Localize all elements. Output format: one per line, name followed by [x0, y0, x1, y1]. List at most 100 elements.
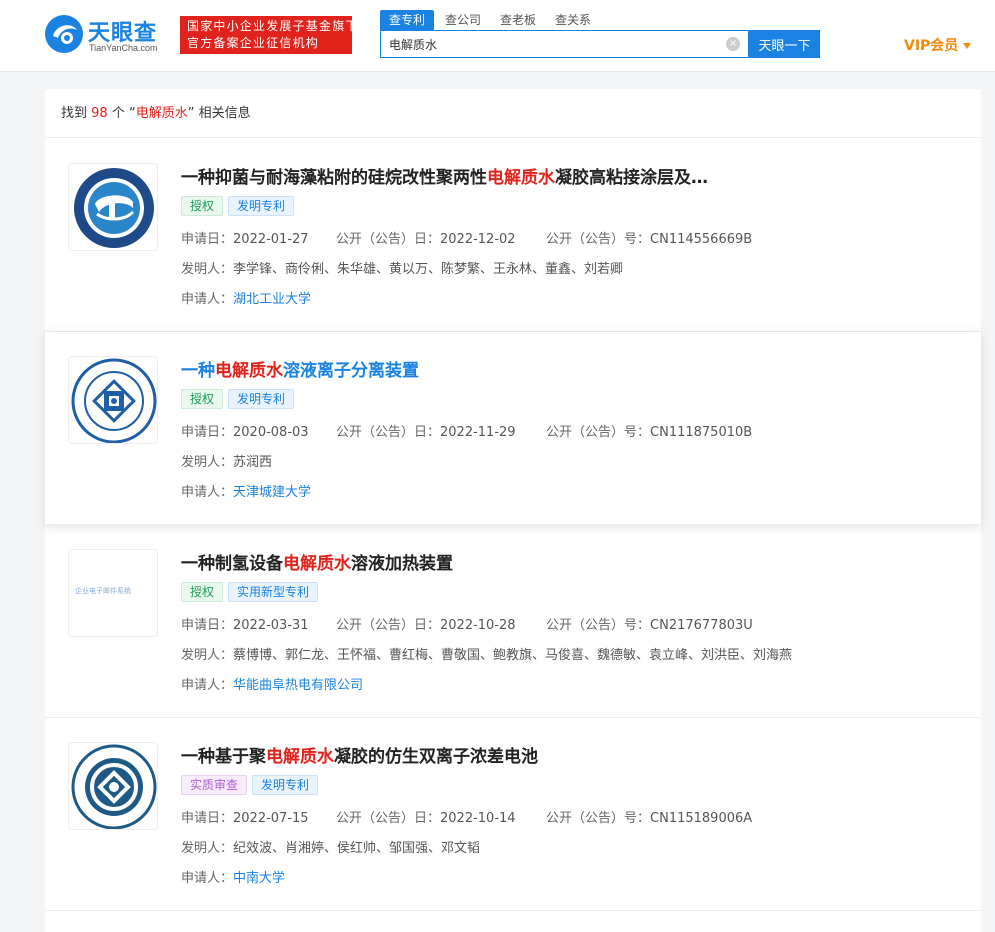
- title-keyword-highlight: 电解质水: [266, 747, 334, 767]
- summary-suffix: ” 相关信息: [187, 106, 251, 121]
- clear-icon[interactable]: ×: [726, 37, 740, 51]
- apply-date-label: 申请日：: [181, 618, 234, 633]
- inventor-value: 纪效波、肖湘婷、侯红帅、邹国强、邓文韬: [233, 841, 481, 856]
- central-south-university-logo-icon: [71, 744, 157, 829]
- result-count: 98: [91, 106, 108, 121]
- patent-title-link[interactable]: 一种电解质水溶液离子分离装置: [181, 356, 419, 381]
- applicant-row: 申请人：华能曲阜热电有限公司: [181, 674, 363, 693]
- vip-member-menu[interactable]: VIP会员: [904, 35, 972, 55]
- applicant-link[interactable]: 华能曲阜热电有限公司: [233, 678, 363, 693]
- results-summary: 找到 98 个 “电解质水” 相关信息: [45, 89, 981, 138]
- applicant-label: 申请人：: [181, 678, 234, 693]
- summary-keyword: 电解质水: [135, 106, 188, 121]
- tag-row: 授权 发明专利: [181, 389, 299, 409]
- applicant-label: 申请人：: [181, 871, 234, 886]
- applicant-logo-text: 企业电子邮件系统: [75, 587, 131, 595]
- inventor-row: 发明人：蔡博博、郭仁龙、王怀福、曹红梅、曹敬国、鲍教旗、马俊喜、魏德敏、袁立峰、…: [181, 644, 792, 663]
- patent-title-link[interactable]: 一种抑菌与耐海藻粘附的硅烷改性聚两性电解质水凝胶高粘接涂层及…: [181, 163, 708, 188]
- pub-no-label: 公开（公告）号：: [546, 618, 651, 633]
- hubei-university-logo-icon: [74, 168, 154, 248]
- apply-date-label: 申请日：: [181, 811, 234, 826]
- patent-result-card[interactable]: 企业电子邮件系统 一种制氢设备电解质水溶液加热装置 授权 实用新型专利 申请日：2…: [45, 525, 981, 718]
- caret-down-icon: [963, 43, 972, 49]
- apply-date-label: 申请日：: [181, 232, 234, 247]
- inventor-label: 发明人：: [181, 648, 234, 663]
- tag-row: 授权 实用新型专利: [181, 582, 323, 602]
- status-tag: 实质审查: [181, 775, 248, 795]
- search-button[interactable]: 天眼一下: [749, 30, 820, 58]
- applicant-logo[interactable]: [68, 163, 158, 251]
- apply-date-value: 2022-07-15: [233, 811, 309, 826]
- pub-no-label: 公开（公告）号：: [546, 425, 651, 440]
- type-tag: 发明专利: [228, 196, 295, 216]
- patent-result-card[interactable]: 一种电解质水溶液离子分离装置 授权 发明专利 申请日：2020-08-03 公开（公…: [45, 332, 981, 525]
- tab-search-patent[interactable]: 查专利: [380, 10, 435, 30]
- date-row: 申请日：2022-03-31 公开（公告）日：2022-10-28 公开（公告）号：…: [181, 614, 753, 633]
- applicant-row: 申请人：天津城建大学: [181, 481, 311, 500]
- date-row: 申请日：2020-08-03 公开（公告）日：2022-11-29 公开（公告）号：…: [181, 421, 752, 440]
- pub-date-value: 2022-12-02: [440, 232, 516, 247]
- title-keyword-highlight: 电解质水: [215, 361, 283, 381]
- inventor-label: 发明人：: [181, 841, 234, 856]
- type-tag: 发明专利: [228, 389, 295, 409]
- official-badge: 国家中小企业发展子基金旗下 官方备案企业征信机构: [180, 16, 359, 54]
- pub-date-label: 公开（公告）日：: [336, 232, 441, 247]
- applicant-link[interactable]: 天津城建大学: [233, 485, 311, 500]
- pub-no-label: 公开（公告）号：: [546, 232, 651, 247]
- inventor-row: 发明人：李学锋、商伶俐、朱华雄、黄以万、陈梦繁、王永林、董鑫、刘若卿: [181, 258, 623, 277]
- applicant-logo[interactable]: [68, 356, 158, 444]
- apply-date-value: 2022-01-27: [233, 232, 309, 247]
- tag-row: 授权 发明专利: [181, 196, 299, 216]
- pub-no-value: CN114556669B: [650, 232, 753, 247]
- title-text: 溶液加热装置: [351, 554, 453, 574]
- search-input[interactable]: [389, 31, 719, 57]
- status-tag: 授权: [181, 389, 224, 409]
- pub-date-value: 2022-10-28: [440, 618, 516, 633]
- applicant-logo[interactable]: [68, 742, 158, 830]
- pub-no-value: CN111875010B: [650, 425, 753, 440]
- applicant-row: 申请人：中南大学: [181, 867, 285, 886]
- logo-mark-icon: [45, 15, 83, 53]
- apply-date-label: 申请日：: [181, 425, 234, 440]
- title-keyword-highlight: 电解质水: [283, 554, 351, 574]
- patent-title-link[interactable]: 一种基于聚电解质水凝胶的仿生双离子浓差电池: [181, 742, 538, 767]
- date-row: 申请日：2022-07-15 公开（公告）日：2022-10-14 公开（公告）号：…: [181, 807, 752, 826]
- tab-search-company[interactable]: 查公司: [445, 10, 481, 30]
- inventor-row: 发明人：纪效波、肖湘婷、侯红帅、邹国强、邓文韬: [181, 837, 480, 856]
- summary-mid: 个 “: [111, 106, 136, 121]
- apply-date-value: 2022-03-31: [233, 618, 309, 633]
- pub-date-label: 公开（公告）日：: [336, 811, 441, 826]
- inventor-value: 苏润西: [233, 455, 273, 470]
- title-text: 一种: [181, 361, 215, 381]
- patent-title-link[interactable]: 一种制氢设备电解质水溶液加热装置: [181, 549, 453, 574]
- status-tag: 授权: [181, 196, 224, 216]
- inventor-value: 李学锋、商伶俐、朱华雄、黄以万、陈梦繁、王永林、董鑫、刘若卿: [233, 262, 624, 277]
- badge-line-1: 国家中小企业发展子基金旗下: [187, 19, 359, 33]
- tag-row: 实质审查 发明专利: [181, 775, 323, 795]
- apply-date-value: 2020-08-03: [233, 425, 309, 440]
- title-keyword-highlight: 电解质水: [487, 168, 555, 188]
- patent-result-card[interactable]: 一种基于聚电解质水凝胶的仿生双离子浓差电池 实质审查 发明专利 申请日：2022-…: [45, 718, 981, 911]
- tab-search-relation[interactable]: 查关系: [555, 10, 591, 30]
- inventor-row: 发明人：苏润西: [181, 451, 272, 470]
- applicant-link[interactable]: 中南大学: [233, 871, 285, 886]
- date-row: 申请日：2022-01-27 公开（公告）日：2022-12-02 公开（公告）号：…: [181, 228, 752, 247]
- title-text: 凝胶的仿生双离子浓差电池: [334, 747, 538, 767]
- applicant-link[interactable]: 湖北工业大学: [233, 292, 311, 307]
- title-text: 一种抑菌与耐海藻粘附的硅烷改性聚两性: [181, 168, 487, 188]
- title-text: 一种基于聚: [181, 747, 266, 767]
- badge-line-2: 官方备案企业征信机构: [187, 36, 320, 50]
- pub-no-value: CN217677803U: [650, 618, 753, 633]
- tab-search-boss[interactable]: 查老板: [500, 10, 536, 30]
- pub-date-label: 公开（公告）日：: [336, 425, 441, 440]
- title-text: 溶液离子分离装置: [283, 361, 419, 381]
- pub-date-value: 2022-11-29: [440, 425, 516, 440]
- applicant-logo[interactable]: 企业电子邮件系统: [68, 549, 158, 637]
- applicant-label: 申请人：: [181, 485, 234, 500]
- patent-result-card[interactable]: 一种抑菌与耐海藻粘附的硅烷改性聚两性电解质水凝胶高粘接涂层及… 授权 发明专利 申…: [45, 139, 981, 332]
- pub-no-value: CN115189006A: [650, 811, 753, 826]
- status-tag: 授权: [181, 582, 224, 602]
- tianyancha-logo[interactable]: 天眼查 TianYanCha.com: [44, 14, 174, 58]
- inventor-value: 蔡博博、郭仁龙、王怀福、曹红梅、曹敬国、鲍教旗、马俊喜、魏德敏、袁立峰、刘洪臣、…: [233, 648, 793, 663]
- results-panel: 找到 98 个 “电解质水” 相关信息 一种抑菌与耐海藻粘附的硅烷改性聚两性电解…: [45, 89, 981, 932]
